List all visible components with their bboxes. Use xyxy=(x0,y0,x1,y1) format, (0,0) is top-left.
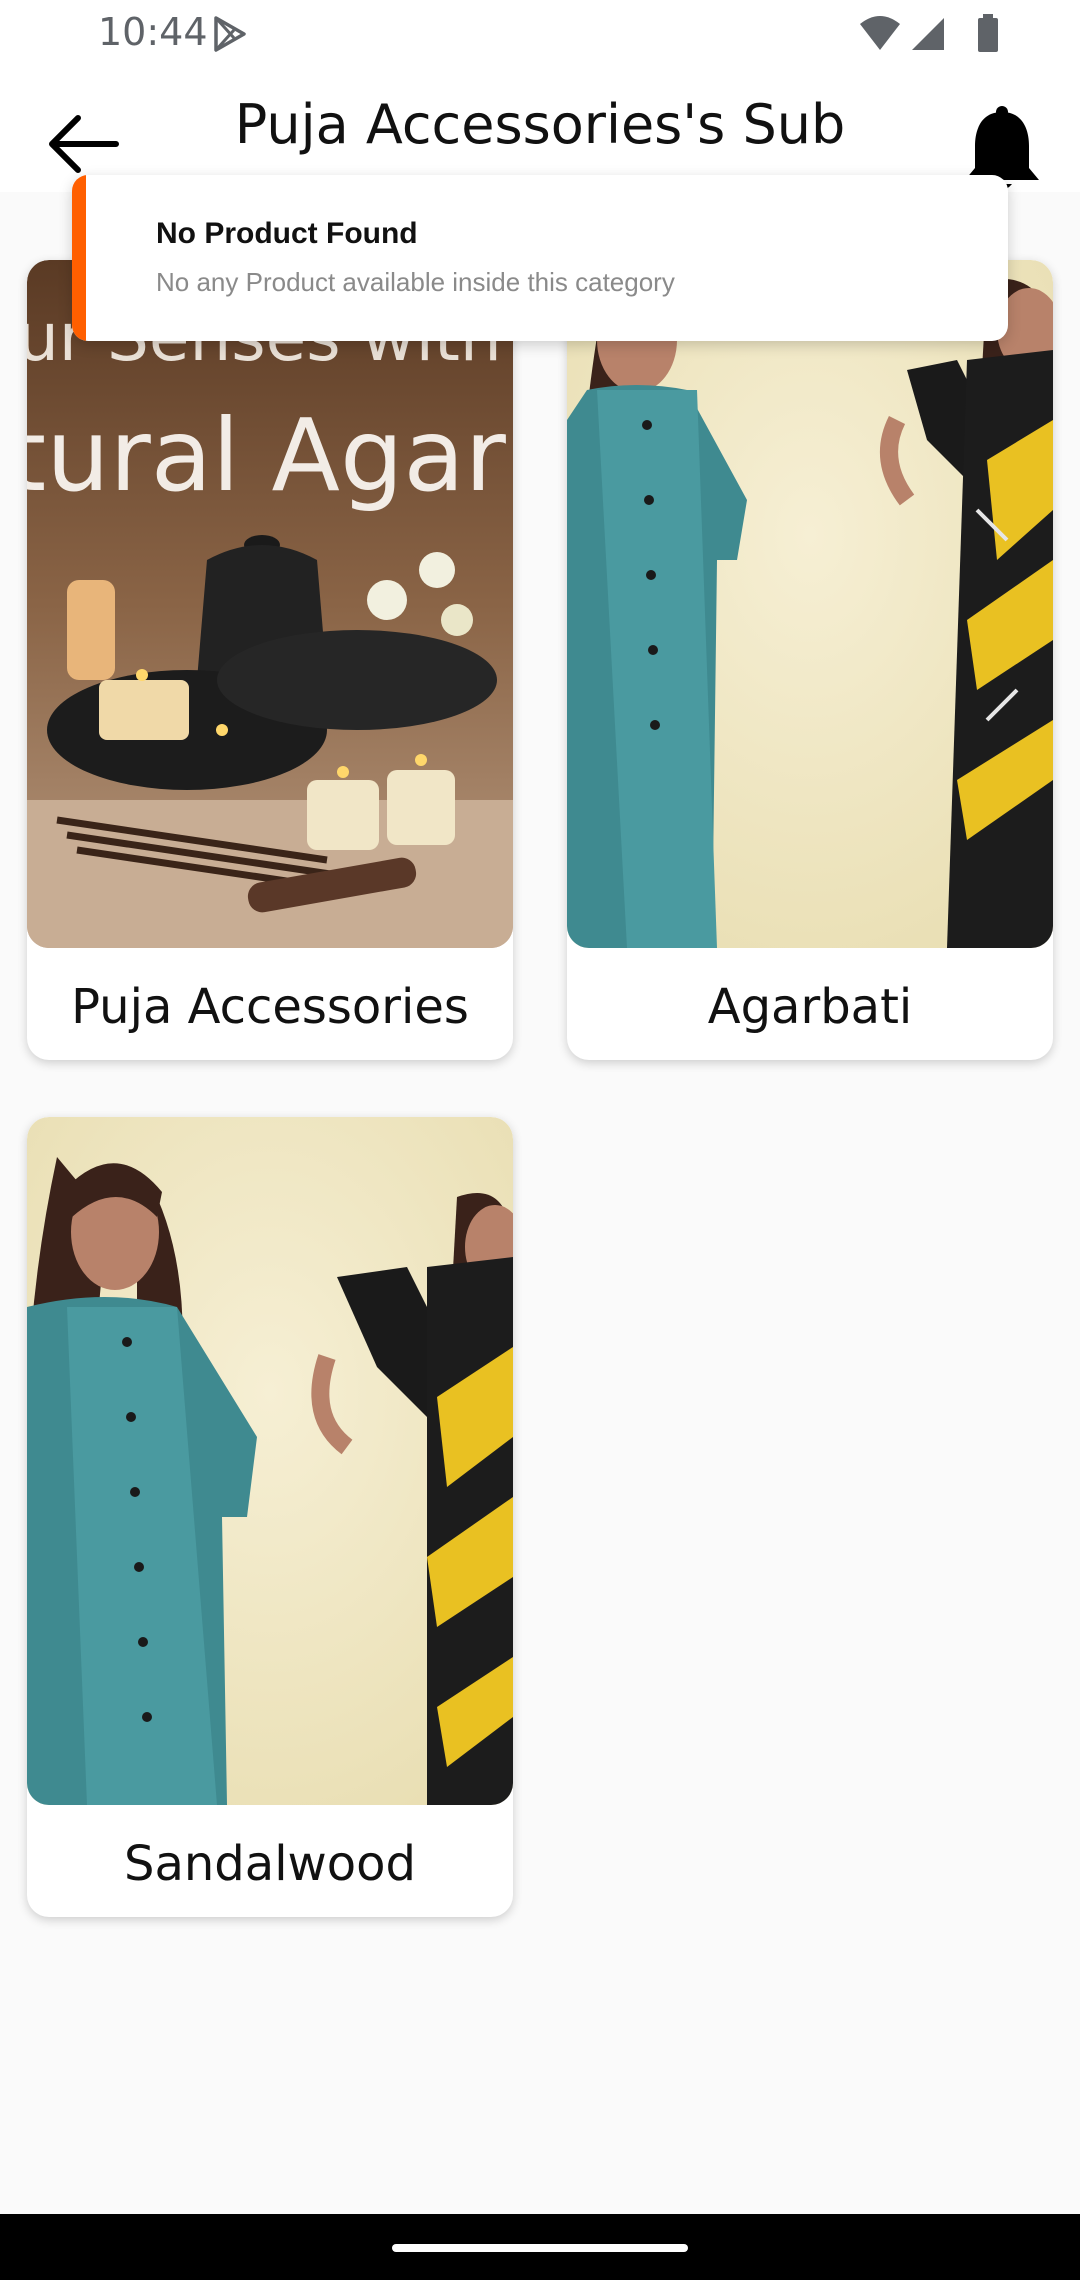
category-card-agarbati[interactable]: Agarbati xyxy=(567,260,1053,1060)
signal-icon xyxy=(912,18,944,50)
home-indicator[interactable] xyxy=(392,2244,688,2252)
svg-text:tural Agarb: tural Agarb xyxy=(27,397,513,514)
category-image: ur Senses with E tural Agarb xyxy=(27,260,513,948)
category-image xyxy=(27,1117,513,1805)
kurti-models-image xyxy=(27,1117,513,1805)
app-bar: Puja Accessories's Sub Category xyxy=(0,66,1080,192)
category-label: Puja Accessories xyxy=(71,979,469,1035)
no-product-toast[interactable]: No Product Found No any Product availabl… xyxy=(72,175,1008,341)
wifi-icon xyxy=(860,16,900,50)
category-label: Sandalwood xyxy=(124,1836,416,1892)
toast-title: No Product Found xyxy=(156,217,418,250)
category-image xyxy=(567,260,1053,948)
play-store-icon xyxy=(214,16,246,52)
kurti-models-image xyxy=(567,260,1053,948)
arrow-back-icon[interactable] xyxy=(44,112,120,176)
system-navigation-bar xyxy=(0,2214,1080,2280)
toast-message: No any Product available inside this cat… xyxy=(156,267,675,297)
battery-icon xyxy=(978,14,998,52)
status-bar: 10:44 xyxy=(0,0,1080,66)
category-card-sandalwood[interactable]: Sandalwood xyxy=(27,1117,513,1917)
category-label: Agarbati xyxy=(707,979,913,1035)
toast-accent-bar xyxy=(72,175,86,341)
status-icons xyxy=(858,14,1018,54)
agarbatti-candles-image: ur Senses with E tural Agarb xyxy=(27,260,513,948)
status-time: 10:44 xyxy=(98,10,208,54)
category-card-puja-accessories[interactable]: ur Senses with E tural Agarb Puja Access… xyxy=(27,260,513,1060)
